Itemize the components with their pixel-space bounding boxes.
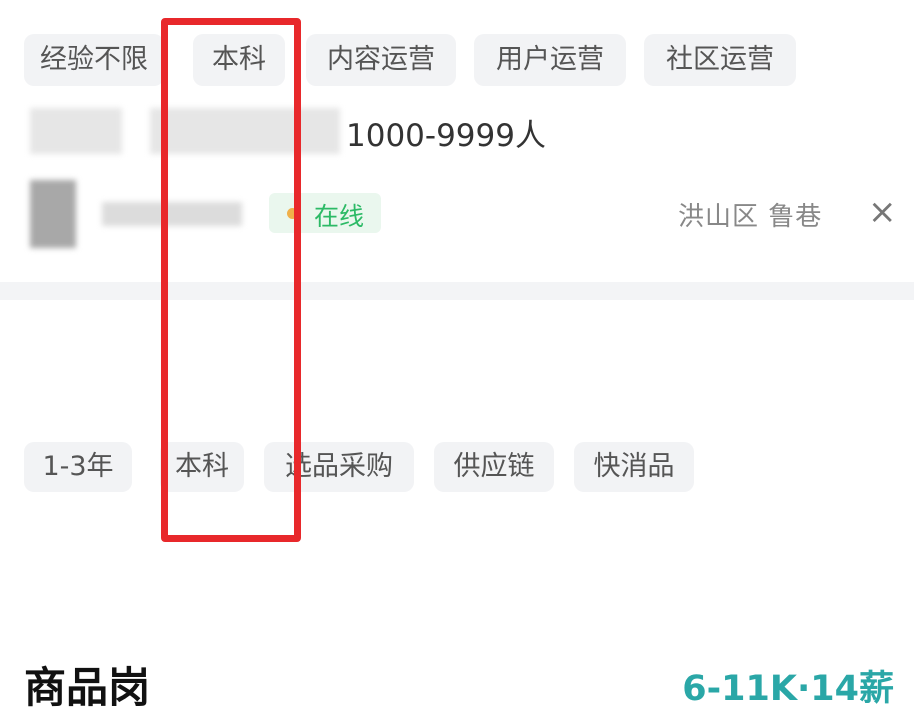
salary-text: 6-11K·14薪: [682, 669, 894, 709]
company-size: 1000-9999人: [346, 118, 546, 154]
tag-skill-content-ops: 内容运营: [306, 34, 456, 86]
location-text: 洪山区 鲁巷: [678, 202, 823, 232]
tag-experience-2: 1-3年: [24, 442, 132, 492]
tag-experience: 经验不限: [24, 34, 164, 86]
tag-skill-supply-chain: 供应链: [434, 442, 554, 492]
avatar[interactable]: [30, 180, 76, 248]
online-dot-icon: [287, 208, 298, 219]
company-name-blurred: [30, 108, 122, 154]
tag-education: 本科: [193, 34, 285, 86]
job-card-1[interactable]: 经验不限 本科 内容运营 用户运营 社区运营 1000-9999人 在线 洪山区…: [0, 0, 914, 282]
card-divider: [0, 282, 914, 300]
online-status-text: 在线: [314, 202, 365, 231]
tag-skill-fmcg: 快消品: [574, 442, 694, 492]
tag-skill-sourcing: 选品采购: [264, 442, 414, 492]
close-icon[interactable]: ×: [868, 192, 897, 232]
tag-education-2: 本科: [160, 442, 244, 492]
job-title: 商品岗: [24, 663, 151, 712]
recruiter-name-blurred: [102, 202, 242, 226]
tag-skill-user-ops: 用户运营: [474, 34, 626, 86]
online-badge: 在线: [269, 193, 381, 233]
company-stage-blurred: [150, 108, 340, 154]
tag-skill-community-ops: 社区运营: [644, 34, 796, 86]
